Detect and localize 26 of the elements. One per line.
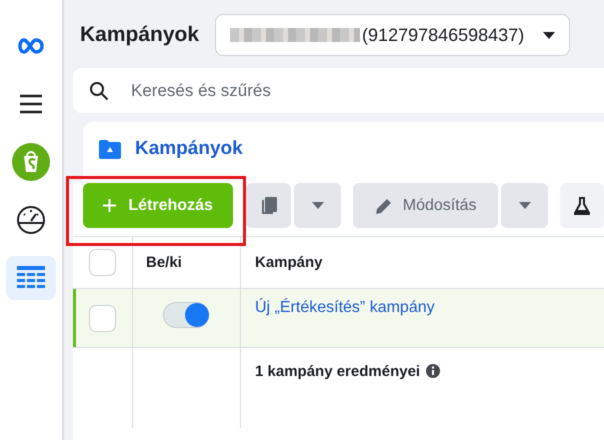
- info-icon: [426, 364, 440, 378]
- edit-button[interactable]: Módosítás: [353, 183, 498, 228]
- campaign-link[interactable]: Új „Értékesítés” kampány: [255, 299, 435, 317]
- search-bar[interactable]: Keresés és szűrés: [73, 68, 604, 113]
- checkbox[interactable]: [89, 304, 116, 332]
- column-header[interactable]: Be/ki: [146, 254, 182, 271]
- search-icon: [89, 80, 109, 100]
- column-header[interactable]: Kampány: [255, 254, 323, 271]
- search-field[interactable]: Keresés és szűrés: [129, 80, 604, 102]
- duplicate-button[interactable]: [246, 183, 291, 228]
- caret-icon: [543, 32, 556, 38]
- checkbox[interactable]: [89, 249, 116, 276]
- toggle-switch[interactable]: [163, 302, 209, 328]
- page-title: Kampányok: [80, 23, 200, 47]
- test-button[interactable]: [560, 183, 604, 228]
- pencil-icon: [374, 196, 393, 214]
- caret-icon: [312, 202, 324, 209]
- results-summary: 1 kampány eredményei: [255, 362, 420, 380]
- caret-icon: [518, 202, 531, 209]
- flask-icon: [574, 196, 590, 214]
- folder-icon: [99, 139, 121, 159]
- account-dropdown[interactable]: (912797846598437): [215, 14, 570, 56]
- card-title[interactable]: Kampányok: [135, 138, 243, 160]
- copy-icon: [260, 196, 278, 216]
- plus-icon: [103, 199, 116, 212]
- table-icon[interactable]: [6, 256, 56, 300]
